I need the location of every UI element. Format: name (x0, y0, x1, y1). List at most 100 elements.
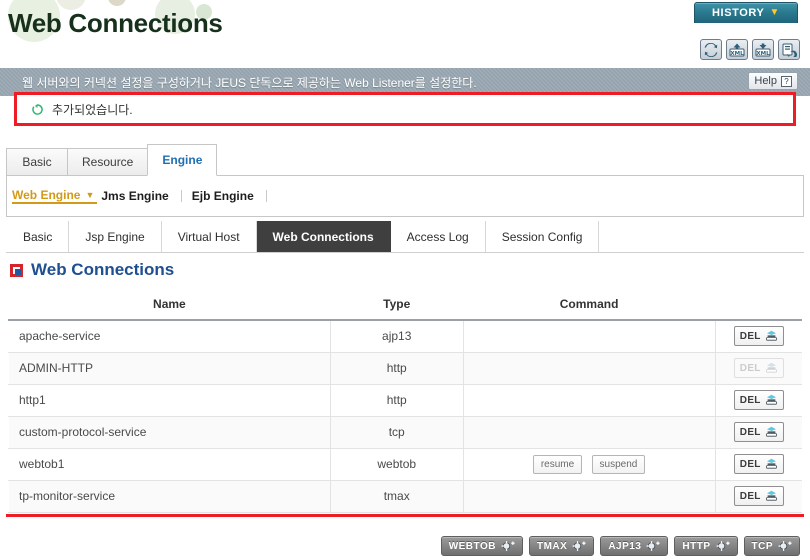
delete-button[interactable]: DEL (733, 422, 784, 442)
cell-type: tcp (330, 416, 464, 449)
tab-session-config[interactable]: Session Config (485, 221, 600, 252)
action-label: AJP13 (608, 540, 642, 552)
apply-changes-icon[interactable] (778, 39, 800, 60)
table-row[interactable]: webtob1 webtob resume suspend DEL (8, 448, 802, 481)
add-tmax-button[interactable]: TMAX (528, 536, 595, 556)
primary-tabs: Basic Resource Engine (6, 144, 804, 176)
tab-label: Virtual Host (177, 229, 240, 244)
trash-icon (765, 394, 777, 405)
table-row[interactable]: custom-protocol-service tcp DEL (8, 416, 802, 449)
subnav-label: Web Engine (12, 188, 81, 202)
status-message-box: 추가되었습니다. (14, 92, 796, 126)
tab-access-log[interactable]: Access Log (390, 221, 486, 252)
delete-button[interactable]: DEL (733, 326, 784, 347)
add-listener-icon (501, 541, 515, 551)
title-band: Web Connections (0, 0, 810, 68)
refresh-success-icon (31, 103, 44, 116)
column-header-command: Command (463, 288, 715, 321)
refresh-icon[interactable] (700, 39, 722, 60)
subnav-item-ejb-engine[interactable]: Ejb Engine (192, 189, 264, 203)
tab-resource[interactable]: Resource (67, 148, 149, 176)
tab-label: Session Config (501, 229, 583, 244)
help-button[interactable]: Help ? (748, 72, 798, 90)
xml-import-icon[interactable]: XML (726, 39, 748, 60)
table-row[interactable]: tp-monitor-service tmax DEL (8, 480, 802, 513)
section-marker-icon (10, 263, 23, 277)
action-label: HTTP (682, 540, 711, 552)
table-row[interactable]: ADMIN-HTTP http DEL (8, 352, 802, 385)
tab-label: Basic (23, 229, 53, 244)
cell-command (463, 352, 716, 385)
cell-name: apache-service (8, 320, 331, 353)
bottom-action-bar: WEBTOB TMAX AJP13 HTTP TCP (0, 532, 810, 560)
cell-command: resume suspend (463, 448, 716, 481)
trash-icon (765, 426, 777, 437)
cell-name: webtob1 (8, 448, 331, 481)
tab-label: Engine (162, 153, 203, 167)
cell-actions: DEL (715, 352, 802, 385)
cell-type: http (330, 352, 464, 385)
tab-label: Basic (22, 155, 52, 169)
toolbar-icon-group: XML XML (700, 39, 800, 60)
delete-label: DEL (739, 426, 761, 438)
description-text: 웹 서버와의 커넥션 설정을 구성하거나 JEUS 단독으로 제공하는 Web … (22, 75, 477, 90)
suspend-button[interactable]: suspend (591, 454, 646, 474)
trash-icon (765, 490, 777, 501)
table-row[interactable]: apache-service ajp13 DEL (8, 320, 802, 353)
cell-actions: DEL (715, 448, 802, 481)
secondary-tabs: Basic Jsp Engine Virtual Host Web Connec… (6, 220, 804, 253)
tab-virtual-host[interactable]: Virtual Host (161, 221, 257, 252)
chevron-down-icon[interactable]: ▼ (85, 190, 94, 200)
cell-actions: DEL (715, 384, 802, 417)
status-message-text: 추가되었습니다. (52, 102, 133, 117)
svg-text:XML: XML (756, 51, 770, 57)
table-bottom-rule (6, 514, 804, 517)
help-label: Help (754, 75, 777, 87)
cell-command (463, 416, 716, 449)
history-label: HISTORY (712, 7, 765, 19)
resume-button[interactable]: resume (532, 454, 583, 474)
tab-web-connections[interactable]: Web Connections (256, 221, 391, 252)
tab-label: Resource (82, 155, 134, 169)
tab-basic[interactable]: Basic (6, 221, 70, 252)
tab-engine[interactable]: Engine (147, 144, 218, 176)
action-label: TMAX (536, 540, 568, 552)
delete-label: DEL (739, 458, 761, 470)
add-ajp13-button[interactable]: AJP13 (600, 536, 669, 556)
delete-button[interactable]: DEL (733, 390, 784, 410)
add-tcp-button[interactable]: TCP (743, 536, 800, 556)
page-title: Web Connections (8, 8, 223, 38)
decor-circle (108, 0, 126, 6)
tab-jsp-engine[interactable]: Jsp Engine (69, 221, 162, 252)
tab-label: Access Log (406, 229, 469, 244)
section-heading: Web Connections (10, 260, 174, 280)
delete-label: DEL (739, 330, 761, 342)
subnav-label: Ejb Engine (191, 189, 254, 203)
trash-icon (765, 331, 777, 341)
tab-basic[interactable]: Basic (6, 148, 68, 176)
delete-button-disabled: DEL (733, 358, 784, 378)
table-row[interactable]: http1 http DEL (8, 384, 802, 417)
add-http-button[interactable]: HTTP (674, 536, 738, 556)
subnav-divider (180, 190, 182, 202)
section-title: Web Connections (31, 260, 175, 279)
delete-label: DEL (739, 490, 761, 502)
web-connections-page: Web Connections HISTORY ▼ XML XML 웹 서버와의… (0, 0, 810, 560)
question-mark-icon: ? (781, 75, 792, 87)
cell-command (463, 480, 716, 513)
history-button[interactable]: HISTORY ▼ (694, 2, 798, 23)
cell-actions: DEL (715, 416, 802, 449)
action-label: TCP (751, 540, 773, 552)
subnav-item-jms-engine[interactable]: Jms Engine (101, 189, 178, 203)
subnav-item-web-engine[interactable]: Web Engine ▼ (12, 188, 98, 204)
cell-type: webtob (330, 448, 464, 481)
xml-export-icon[interactable]: XML (752, 39, 774, 60)
delete-button[interactable]: DEL (733, 454, 784, 474)
add-webtob-button[interactable]: WEBTOB (440, 536, 523, 556)
cell-actions: DEL (715, 480, 802, 513)
trash-icon (765, 458, 777, 469)
delete-button[interactable]: DEL (733, 486, 784, 506)
web-connections-table: Name Type Command apache-service ajp13 D… (8, 288, 802, 513)
engine-subnav: Web Engine ▼ Jms Engine Ejb Engine (12, 185, 277, 207)
cell-type: tmax (330, 480, 464, 513)
